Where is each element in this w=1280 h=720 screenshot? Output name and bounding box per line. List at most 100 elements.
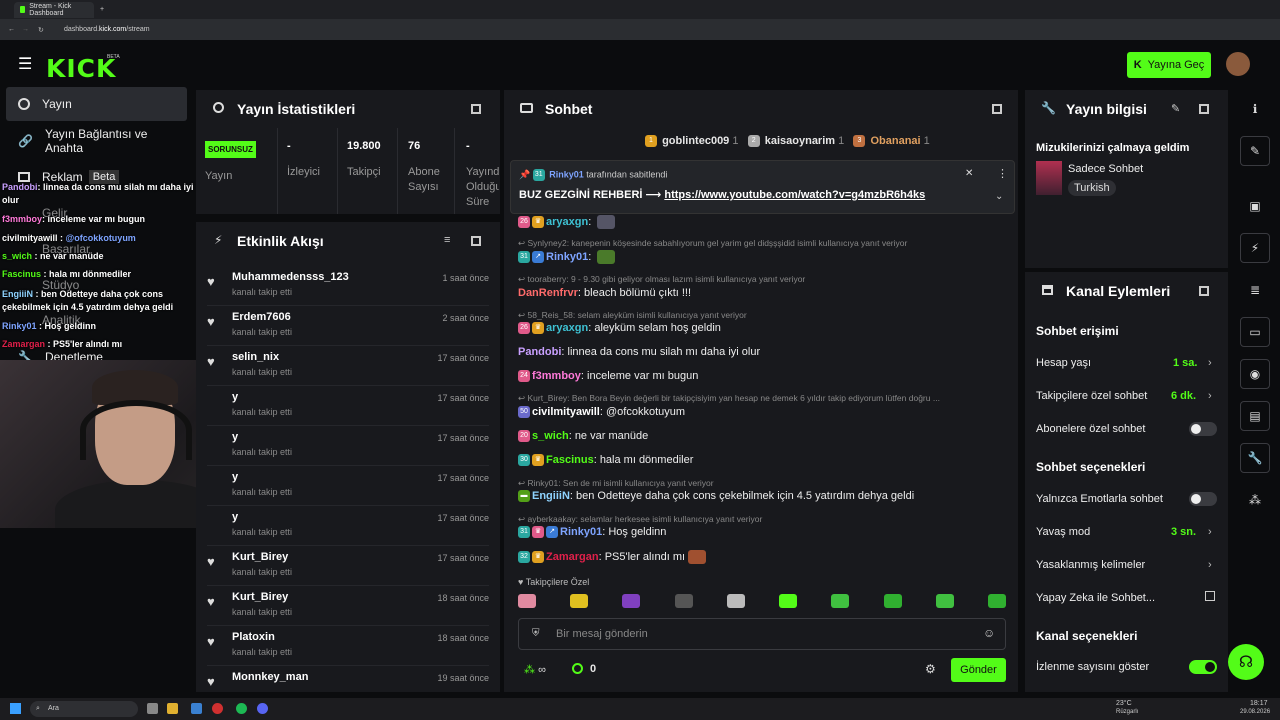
followers-only-value[interactable]: 6 dk. bbox=[1171, 390, 1196, 402]
back-icon[interactable]: ← bbox=[8, 26, 15, 33]
app-icon[interactable] bbox=[191, 703, 202, 714]
chat-message[interactable]: 26 ♛ aryaxgn: aleyküm selam hoş geldin bbox=[518, 322, 721, 335]
slow-mode-value[interactable]: 3 sn. bbox=[1171, 526, 1196, 538]
browser-tab[interactable]: Stream - Kick Dashboard bbox=[14, 1, 94, 18]
opera-icon[interactable] bbox=[212, 703, 223, 714]
activity-item[interactable]: ♥ Monnkey_man 19 saat önce bbox=[207, 666, 489, 690]
nav-item-stream-key[interactable]: 🔗 Yayın Bağlantısı ve Anahta bbox=[6, 124, 187, 158]
activity-item[interactable]: y kanalı takip etti 17 saat önce bbox=[207, 426, 489, 466]
support-headset-icon[interactable]: ☊ bbox=[1228, 644, 1264, 680]
edit-icon[interactable]: ✎ bbox=[1171, 102, 1180, 115]
followers-only-label[interactable]: Takipçilere özel sohbet bbox=[1036, 390, 1147, 402]
user-avatar[interactable] bbox=[1226, 52, 1250, 76]
expand-icon[interactable] bbox=[1199, 286, 1209, 296]
emote-button[interactable] bbox=[831, 594, 850, 608]
chat-message[interactable]: 30 ♛ Fascinus: hala mı dönmediler bbox=[518, 454, 693, 467]
external-link-icon[interactable] bbox=[1205, 591, 1215, 601]
kick-logo[interactable]: KICK bbox=[46, 54, 116, 83]
emote-button[interactable] bbox=[570, 594, 589, 608]
reply-context[interactable]: ↩ Kurt_Birey: Ben Bora Beyin değerli bir… bbox=[518, 393, 998, 404]
kick-points-icon[interactable]: ⁂ ∞ bbox=[524, 663, 546, 676]
forward-icon[interactable]: → bbox=[22, 26, 29, 33]
chat-message[interactable]: 26 ♛ aryaxgn: bbox=[518, 215, 616, 229]
reply-context[interactable]: ↩ tooraberry: 9 - 9.30 gibi geliyor olma… bbox=[518, 274, 805, 285]
spotify-icon[interactable] bbox=[236, 703, 247, 714]
activity-item[interactable]: ♥ Kurt_Birey kanalı takip etti 18 saat önce bbox=[207, 586, 489, 626]
reply-context[interactable]: ↩ Synlyney2: kanepenin köşesinde sabahlı… bbox=[518, 238, 907, 249]
chevron-right-icon[interactable]: › bbox=[1208, 357, 1212, 369]
slow-mode-label[interactable]: Yavaş mod bbox=[1036, 526, 1090, 538]
go-live-button[interactable]: K Yayına Geç bbox=[1127, 52, 1211, 78]
weather-temp[interactable]: 23°C bbox=[1116, 700, 1132, 707]
chevron-right-icon[interactable]: › bbox=[1208, 559, 1212, 571]
category-name[interactable]: Sadece Sohbet bbox=[1068, 163, 1143, 175]
chat-message[interactable]: 31 ♛ ↗ Rinky01: Hoş geldinn bbox=[518, 526, 666, 539]
video-icon[interactable]: ▣ bbox=[1240, 191, 1270, 221]
menu-icon[interactable]: ☰ bbox=[18, 54, 32, 74]
new-tab-icon[interactable]: + bbox=[100, 6, 104, 13]
expand-icon[interactable] bbox=[471, 104, 481, 114]
expand-icon[interactable] bbox=[1199, 104, 1209, 114]
edit-icon[interactable]: ✎ bbox=[1240, 136, 1270, 166]
subs-only-toggle[interactable] bbox=[1189, 422, 1217, 436]
activity-item[interactable]: ♥ Muhammedensss_123 kanalı takip etti 1 saa… bbox=[207, 266, 489, 306]
wrench-icon[interactable]: 🔧 bbox=[1240, 443, 1270, 473]
reply-context[interactable]: ↩ 58_Reis_58: selam aleyküm isimli kulla… bbox=[518, 310, 747, 321]
apps-icon[interactable]: ⁂ bbox=[1240, 485, 1270, 515]
chat-message[interactable]: Pandobi: linnea da cons mu silah mı daha… bbox=[518, 346, 760, 358]
chat-input[interactable]: ⛨ Bir mesaj gönderin ☺ bbox=[518, 618, 1006, 650]
url-text[interactable]: dashboard.kick.com/stream bbox=[64, 26, 150, 33]
discord-icon[interactable] bbox=[257, 703, 268, 714]
chat-message[interactable]: 32 ♛ Zamargan: PS5'ler alındı mı bbox=[518, 550, 707, 564]
chat-message[interactable]: 50 civilmityawill: @ofcokkotuyum bbox=[518, 406, 685, 419]
info-icon[interactable]: ℹ bbox=[1240, 94, 1270, 124]
filter-icon[interactable]: ≡ bbox=[444, 234, 450, 246]
emote-button[interactable] bbox=[622, 594, 641, 608]
activity-item[interactable]: y kanalı takip etti 17 saat önce bbox=[207, 386, 489, 426]
chat-icon[interactable]: ▭ bbox=[1240, 317, 1270, 347]
address-bar[interactable]: ← → ↻ dashboard.kick.com/stream bbox=[0, 19, 1280, 40]
taskbar-search[interactable]: ⌕ Ara bbox=[30, 701, 138, 717]
emote-button[interactable] bbox=[779, 594, 798, 608]
emote-button[interactable] bbox=[674, 594, 693, 608]
reply-context[interactable]: ↩ Rinky01: Sen de mi isimli kullanıcıya … bbox=[518, 478, 714, 489]
chat-message[interactable]: 20 s_wich: ne var manüde bbox=[518, 430, 648, 443]
chevron-right-icon[interactable]: › bbox=[1208, 526, 1212, 538]
unpin-icon[interactable]: ✕ bbox=[965, 168, 973, 179]
expand-icon[interactable] bbox=[471, 236, 481, 246]
show-viewers-toggle[interactable] bbox=[1189, 660, 1217, 674]
reply-context[interactable]: ↩ ayberkaakay: selamlar herkesee isimli … bbox=[518, 514, 762, 525]
activity-item[interactable]: ♥ Platoxin kanalı takip etti 18 saat önce bbox=[207, 626, 489, 666]
pinned-message[interactable]: 📌 31 Rinky01 tarafından sabitlendi BUZ G… bbox=[510, 160, 1015, 214]
list-icon[interactable]: ≣ bbox=[1240, 275, 1270, 305]
emote-button[interactable] bbox=[726, 594, 745, 608]
play-circle-icon[interactable]: ◉ bbox=[1240, 359, 1270, 389]
emoji-icon[interactable]: ☺ bbox=[983, 626, 995, 640]
nav-item-stream[interactable]: Yayın bbox=[6, 87, 187, 121]
send-button[interactable]: Gönder bbox=[951, 658, 1006, 682]
emote-button[interactable] bbox=[935, 594, 954, 608]
activity-item[interactable]: ♥ Kurt_Birey kanalı takip etti 17 saat önce bbox=[207, 546, 489, 586]
emote-button[interactable] bbox=[987, 594, 1006, 608]
task-view-icon[interactable] bbox=[147, 703, 158, 714]
account-age-value[interactable]: 1 sa. bbox=[1173, 357, 1197, 369]
channel-icon[interactable]: ▤ bbox=[1240, 401, 1270, 431]
emote-button[interactable] bbox=[883, 594, 902, 608]
activity-item[interactable]: ♥ selin_nix kanalı takip etti 17 saat önce bbox=[207, 346, 489, 386]
windows-start-icon[interactable] bbox=[10, 703, 21, 714]
pinned-link[interactable]: https://www.youtube.com/watch?v=g4mzbR6h… bbox=[664, 189, 925, 201]
more-options-icon[interactable]: ⋮ bbox=[997, 167, 1008, 180]
chat-message[interactable]: 31 ↗ Rinky01: bbox=[518, 250, 616, 264]
chat-message[interactable]: 24 f3mmboy: inceleme var mı bugun bbox=[518, 370, 698, 383]
chevron-down-icon[interactable]: ⌄ bbox=[995, 191, 1003, 202]
expand-icon[interactable] bbox=[992, 104, 1002, 114]
activity-item[interactable]: ♥ Erdem7606 kanalı takip etti 2 saat önce bbox=[207, 306, 489, 346]
file-explorer-icon[interactable] bbox=[167, 703, 178, 714]
emote-only-toggle[interactable] bbox=[1189, 492, 1217, 506]
clock-time[interactable]: 18:17 bbox=[1250, 700, 1268, 707]
ai-chat-label[interactable]: Yapay Zeka ile Sohbet... bbox=[1036, 592, 1155, 604]
activity-item[interactable]: y kanalı takip etti 17 saat önce bbox=[207, 466, 489, 506]
chat-message[interactable]: DanRenfrvr: bleach bölümü çıktı !!! bbox=[518, 287, 691, 299]
account-age-label[interactable]: Hesap yaşı bbox=[1036, 357, 1091, 369]
chat-settings-icon[interactable]: ⚙ bbox=[925, 662, 936, 676]
